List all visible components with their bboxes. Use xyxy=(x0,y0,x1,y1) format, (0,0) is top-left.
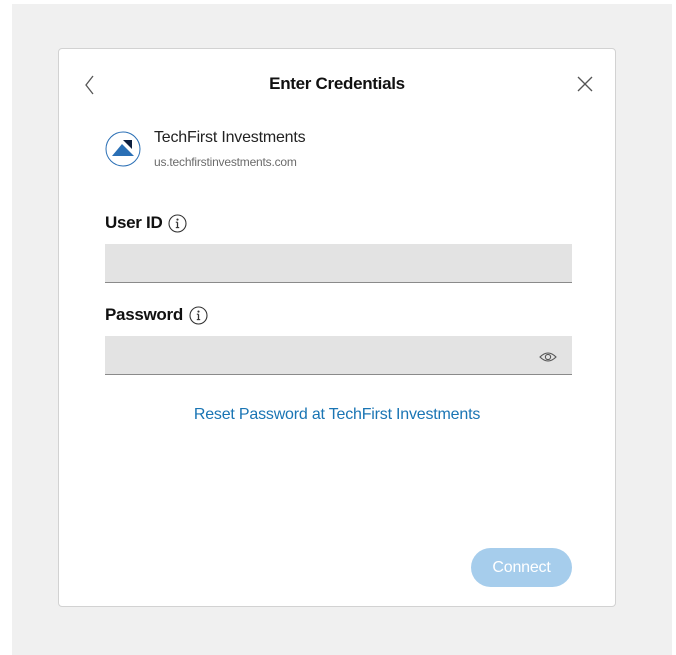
password-input[interactable] xyxy=(105,336,572,375)
password-label-text: Password xyxy=(105,305,183,324)
info-icon[interactable] xyxy=(168,213,187,233)
close-button[interactable] xyxy=(575,74,595,94)
show-password-toggle[interactable] xyxy=(538,347,558,367)
reset-password-link[interactable]: Reset Password at TechFirst Investments xyxy=(59,406,615,424)
institution-url: us.techfirstinvestments.com xyxy=(154,155,297,169)
user-id-label-text: User ID xyxy=(105,213,163,232)
user-id-label: User ID xyxy=(105,213,187,233)
connect-button[interactable]: Connect xyxy=(471,548,572,587)
credentials-dialog: Enter Credentials TechFirst Investments … xyxy=(58,48,616,607)
password-label: Password xyxy=(105,305,208,325)
close-icon xyxy=(577,76,593,92)
dialog-title: Enter Credentials xyxy=(269,74,405,93)
eye-icon xyxy=(539,352,557,362)
institution-name: TechFirst Investments xyxy=(154,129,306,146)
techfirst-logo xyxy=(105,131,141,167)
user-id-input[interactable] xyxy=(105,244,572,283)
info-icon[interactable] xyxy=(189,305,208,325)
